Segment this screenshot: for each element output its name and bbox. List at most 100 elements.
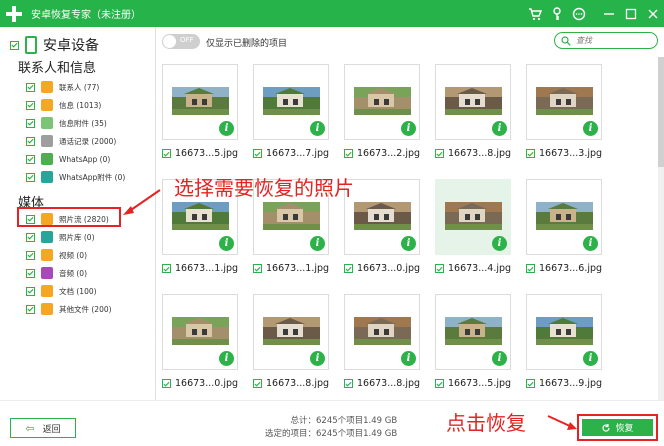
file-name[interactable]: 16673...8.jpg (435, 148, 511, 159)
photo-checkbox[interactable] (162, 379, 171, 388)
info-icon[interactable]: i (401, 121, 416, 136)
photo-item[interactable]: i 16673...0.jpg (156, 287, 247, 402)
file-name[interactable]: 16673...0.jpg (162, 378, 238, 389)
info-icon[interactable]: i (583, 236, 598, 251)
info-icon[interactable]: i (219, 236, 234, 251)
minimize-icon[interactable] (598, 3, 620, 25)
photo-item[interactable]: i 16673...4.jpg (429, 172, 520, 287)
recover-icon (602, 423, 611, 432)
photo-item[interactable]: i 16673...5.jpg (156, 57, 247, 172)
media-item-3[interactable]: 音频 (0) (26, 266, 87, 280)
info-icon[interactable]: i (492, 121, 507, 136)
file-name[interactable]: 16673...7.jpg (253, 148, 329, 159)
photo-grid: i 16673...5.jpg i 16673...7.jpg i 16673...2.j… (156, 57, 654, 400)
info-icon[interactable]: i (310, 121, 325, 136)
photo-checkbox[interactable] (162, 149, 171, 158)
deleted-only-toggle[interactable]: OFF (162, 34, 200, 49)
photo-item[interactable]: i 16673...3.jpg (520, 57, 611, 172)
photo-checkbox[interactable] (253, 149, 262, 158)
info-icon[interactable]: i (219, 121, 234, 136)
chat-icon[interactable] (568, 3, 590, 25)
info-icon[interactable]: i (492, 236, 507, 251)
contacts-item-5[interactable]: WhatsApp附件 (0) (26, 170, 125, 184)
contacts-item-4[interactable]: WhatsApp (0) (26, 152, 110, 166)
photo-checkbox[interactable] (435, 149, 444, 158)
close-icon[interactable] (642, 3, 664, 25)
file-name[interactable]: 16673...0.jpg (344, 263, 420, 274)
item-checkbox[interactable] (26, 250, 35, 260)
item-checkbox[interactable] (26, 286, 35, 296)
info-icon[interactable]: i (401, 351, 416, 366)
photo-item[interactable]: i 16673...7.jpg (247, 57, 338, 172)
photo-checkbox[interactable] (526, 379, 535, 388)
search-box[interactable] (554, 32, 658, 49)
file-name-label: 16673...5.jpg (175, 148, 239, 159)
grid-scrollbar[interactable] (658, 57, 664, 400)
photo-checkbox[interactable] (435, 379, 444, 388)
photo-checkbox[interactable] (435, 264, 444, 273)
info-icon[interactable]: i (583, 351, 598, 366)
file-name[interactable]: 16673...1.jpg (162, 263, 238, 274)
photo-checkbox[interactable] (526, 264, 535, 273)
item-checkbox[interactable] (26, 304, 35, 314)
media-item-2[interactable]: 视频 (0) (26, 248, 87, 262)
info-icon[interactable]: i (310, 351, 325, 366)
contacts-item-0[interactable]: 联系人 (77) (26, 80, 99, 94)
contacts-item-3[interactable]: 通话记录 (2000) (26, 134, 116, 148)
photo-item[interactable]: i 16673...6.jpg (520, 172, 611, 287)
photo-item[interactable]: i 16673...9.jpg (520, 287, 611, 402)
photo-item[interactable]: i 16673...8.jpg (247, 287, 338, 402)
file-name[interactable]: 16673...8.jpg (253, 378, 329, 389)
key-icon[interactable] (546, 3, 568, 25)
photo-item[interactable]: i 16673...8.jpg (338, 287, 429, 402)
photo-checkbox[interactable] (253, 264, 262, 273)
file-name[interactable]: 16673...4.jpg (435, 263, 511, 274)
deleted-only-label: 仅显示已删除的项目 (206, 39, 288, 49)
file-name[interactable]: 16673...6.jpg (526, 263, 602, 274)
item-checkbox[interactable] (26, 232, 35, 242)
maximize-icon[interactable] (620, 3, 642, 25)
back-button[interactable]: ⇦ 返回 (10, 418, 76, 438)
device-checkbox[interactable] (10, 40, 19, 50)
scrollbar-thumb[interactable] (658, 57, 664, 167)
photo-item[interactable]: i 16673...2.jpg (338, 57, 429, 172)
file-name[interactable]: 16673...9.jpg (526, 378, 602, 389)
item-checkbox[interactable] (26, 118, 35, 128)
file-name[interactable]: 16673...5.jpg (435, 378, 511, 389)
info-icon[interactable]: i (583, 121, 598, 136)
item-checkbox[interactable] (26, 100, 35, 110)
photo-item[interactable]: i 16673...5.jpg (429, 287, 520, 402)
contacts-item-1[interactable]: 信息 (1013) (26, 98, 101, 112)
item-checkbox[interactable] (26, 154, 35, 164)
info-icon[interactable]: i (310, 236, 325, 251)
item-checkbox[interactable] (26, 268, 35, 278)
file-name[interactable]: 16673...1.jpg (253, 263, 329, 274)
media-item-5[interactable]: 其他文件 (200) (26, 302, 112, 316)
photo-checkbox[interactable] (344, 264, 353, 273)
item-checkbox[interactable] (26, 172, 35, 182)
recover-button-highlight[interactable]: 恢复 (577, 414, 658, 441)
recover-button[interactable]: 恢复 (582, 419, 653, 436)
item-checkbox[interactable] (26, 82, 35, 92)
photo-checkbox[interactable] (162, 264, 171, 273)
info-icon[interactable]: i (219, 351, 234, 366)
photo-item[interactable]: i 16673...8.jpg (429, 57, 520, 172)
cart-icon[interactable] (524, 3, 546, 25)
file-name[interactable]: 16673...2.jpg (344, 148, 420, 159)
photo-checkbox[interactable] (526, 149, 535, 158)
contacts-item-2[interactable]: 信息附件 (35) (26, 116, 107, 130)
media-item-1[interactable]: 照片库 (0) (26, 230, 95, 244)
stats: 总计：6245个项目1.49 GB 选定的项目：6245个项目1.49 GB (265, 415, 397, 441)
file-name[interactable]: 16673...5.jpg (162, 148, 238, 159)
info-icon[interactable]: i (492, 351, 507, 366)
photo-checkbox[interactable] (344, 379, 353, 388)
file-name[interactable]: 16673...8.jpg (344, 378, 420, 389)
media-item-4[interactable]: 文档 (100) (26, 284, 97, 298)
info-icon[interactable]: i (401, 236, 416, 251)
item-checkbox[interactable] (26, 136, 35, 146)
file-name[interactable]: 16673...3.jpg (526, 148, 602, 159)
search-input[interactable] (574, 35, 648, 46)
photo-checkbox[interactable] (253, 379, 262, 388)
file-name-label: 16673...5.jpg (448, 378, 512, 389)
photo-checkbox[interactable] (344, 149, 353, 158)
